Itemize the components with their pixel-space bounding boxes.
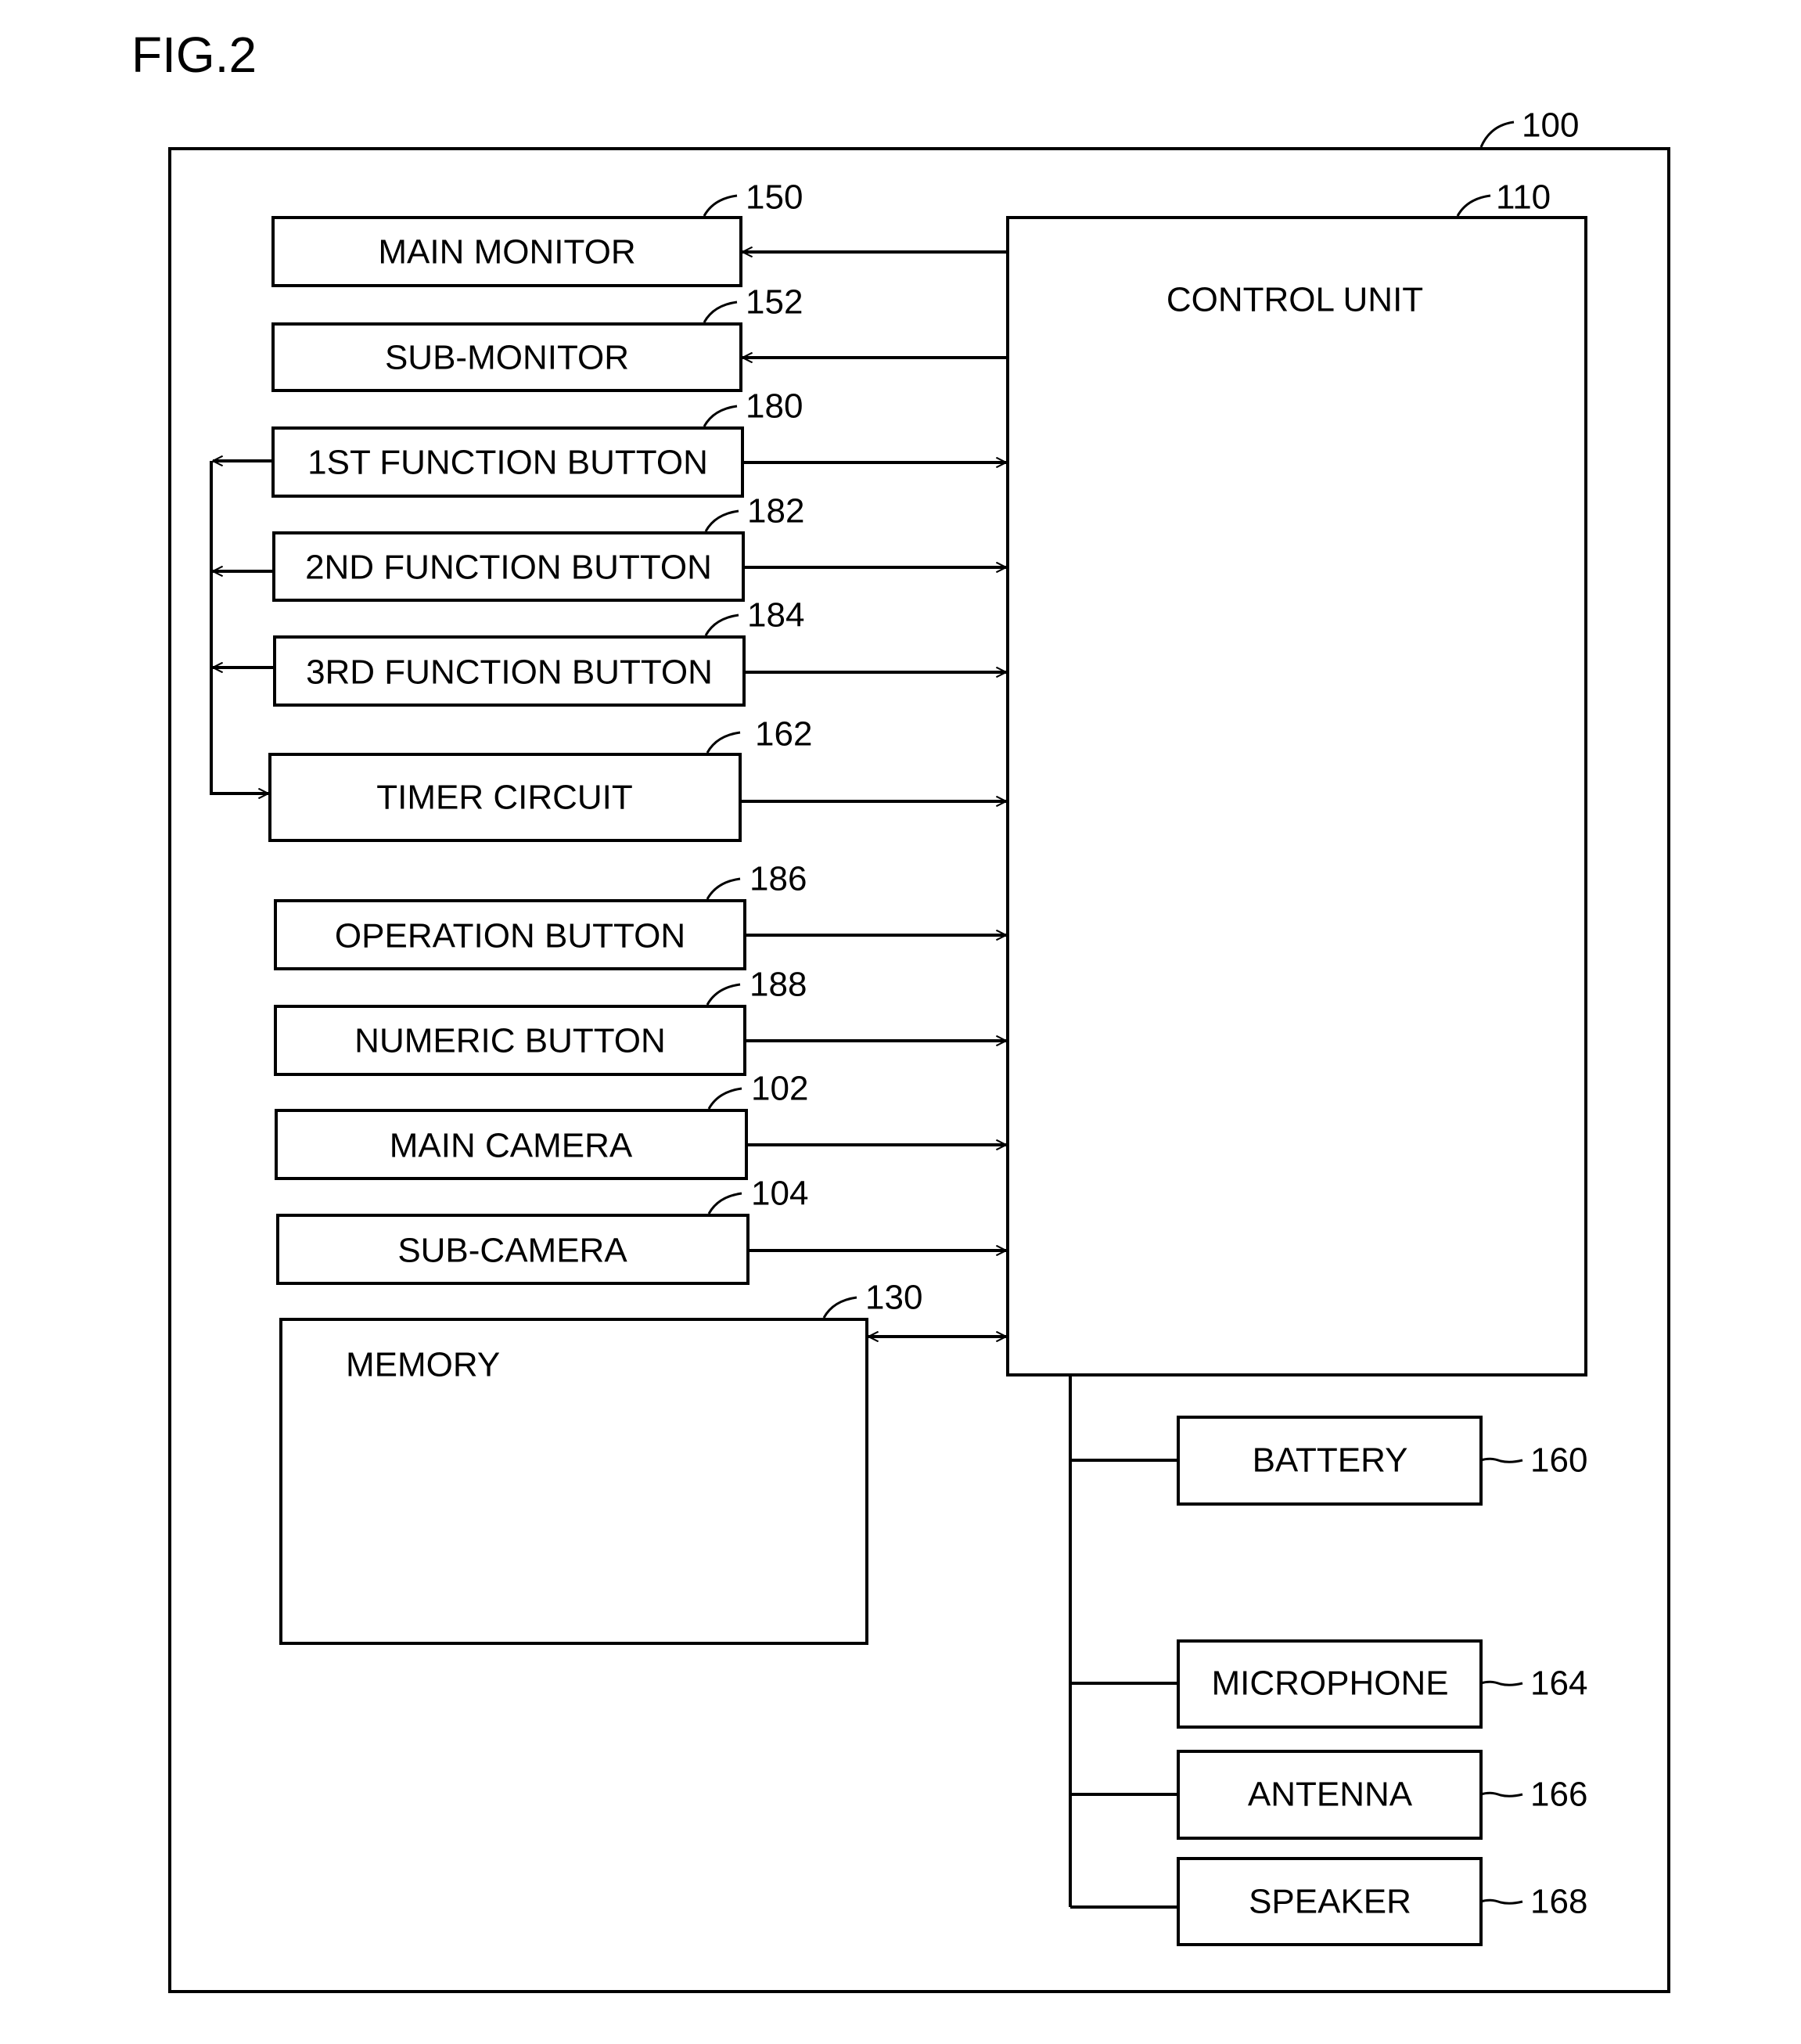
- timer-circuit-ref: 162: [755, 715, 812, 754]
- memory-label: MEMORY: [346, 1346, 500, 1384]
- 1st-function-button-label: 1ST FUNCTION BUTTON: [307, 444, 708, 482]
- 3rd-function-button-ref: 184: [747, 596, 804, 635]
- 2nd-function-button-ref: 182: [747, 492, 804, 531]
- main-monitor-label: MAIN MONITOR: [378, 233, 635, 272]
- sub-camera-label: SUB-CAMERA: [397, 1232, 627, 1270]
- control-unit-label: CONTROL UNIT: [1167, 281, 1423, 319]
- control-unit-block: CONTROL UNIT 110: [1006, 178, 1587, 1376]
- antenna-label: ANTENNA: [1248, 1776, 1413, 1814]
- main-monitor-ref: 150: [746, 178, 803, 217]
- control-unit-box: [1006, 216, 1587, 1376]
- numeric-button-ref: 188: [750, 966, 807, 1004]
- antenna-ref: 166: [1530, 1776, 1587, 1814]
- battery-ref: 160: [1530, 1441, 1587, 1480]
- figure-title: FIG.2: [131, 27, 257, 83]
- sub-monitor-label: SUB-MONITOR: [385, 339, 629, 377]
- operation-button-ref: 186: [750, 860, 807, 898]
- microphone-label: MICROPHONE: [1211, 1664, 1448, 1703]
- 3rd-function-button-label: 3RD FUNCTION BUTTON: [306, 653, 713, 692]
- timer-circuit-label: TIMER CIRCUIT: [376, 779, 633, 817]
- block-diagram: FIG.2 100 CONTROL UNIT 110 MAIN MONITOR …: [131, 27, 1670, 1993]
- main-camera-ref: 102: [751, 1070, 808, 1108]
- sub-monitor-ref: 152: [746, 283, 803, 322]
- 1st-function-button-ref: 180: [746, 387, 803, 426]
- sub-camera-ref: 104: [751, 1175, 808, 1213]
- numeric-button-label: NUMERIC BUTTON: [354, 1022, 666, 1060]
- speaker-label: SPEAKER: [1249, 1883, 1411, 1921]
- operation-button-label: OPERATION BUTTON: [335, 917, 685, 955]
- battery-label: BATTERY: [1253, 1441, 1408, 1480]
- main-camera-label: MAIN CAMERA: [390, 1127, 633, 1165]
- device-ref: 100: [1522, 106, 1579, 145]
- 2nd-function-button-label: 2ND FUNCTION BUTTON: [305, 549, 712, 587]
- memory-ref: 130: [865, 1279, 922, 1317]
- microphone-ref: 164: [1530, 1664, 1587, 1703]
- control-unit-ref: 110: [1496, 178, 1551, 217]
- device-ref-leader: [1479, 121, 1515, 148]
- speaker-ref: 168: [1530, 1883, 1587, 1921]
